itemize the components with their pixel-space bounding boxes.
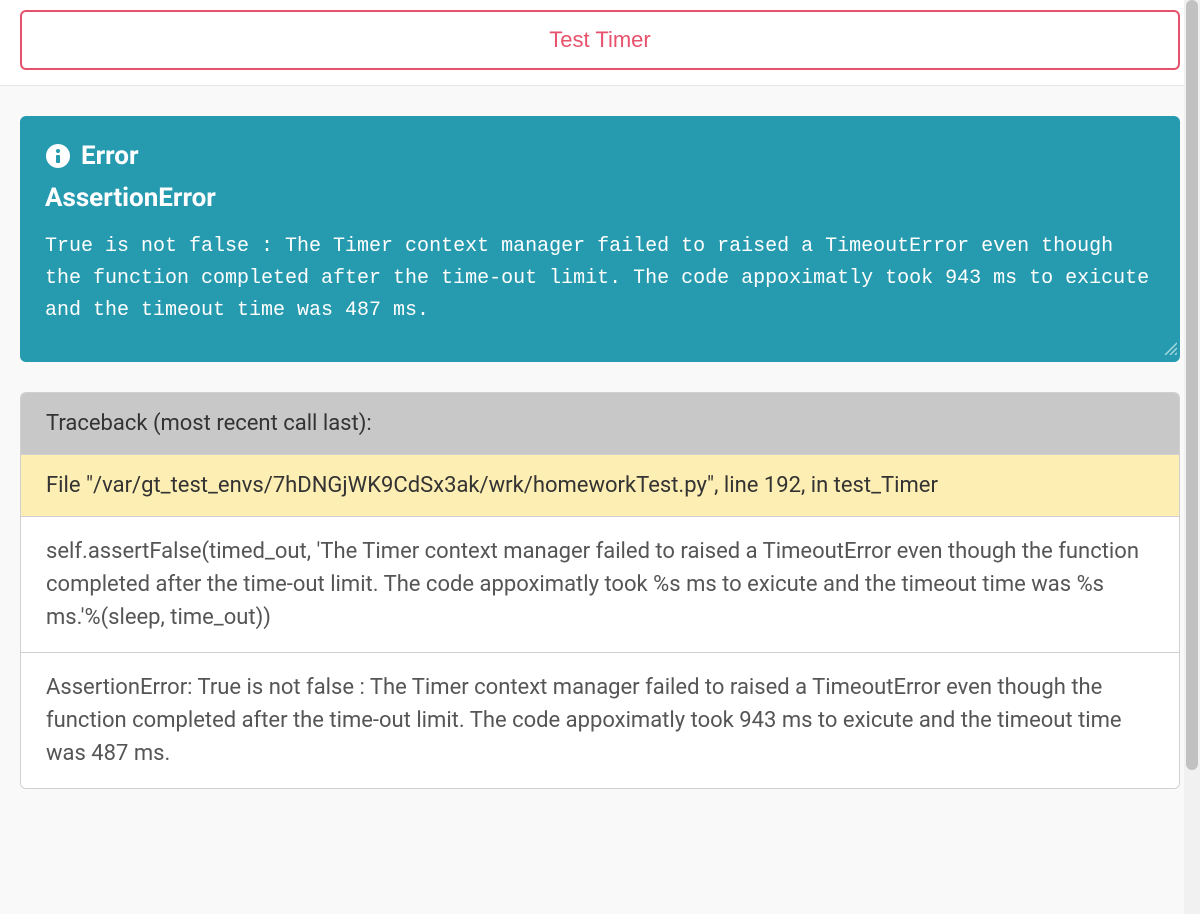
scrollbar-track[interactable] <box>1184 0 1200 914</box>
error-message: True is not false : The Timer context ma… <box>45 231 1155 327</box>
resize-handle-icon[interactable] <box>1163 340 1177 359</box>
error-panel: Error AssertionError True is not false :… <box>20 116 1180 362</box>
traceback-code-line: self.assertFalse(timed_out, 'The Timer c… <box>21 517 1179 653</box>
traceback-assertion-line: AssertionError: True is not false : The … <box>21 653 1179 788</box>
scrollbar-thumb[interactable] <box>1186 0 1198 770</box>
error-title: Error <box>81 141 138 171</box>
test-timer-button[interactable]: Test Timer <box>20 10 1180 70</box>
test-button-label: Test Timer <box>549 27 650 52</box>
traceback-file-line: File "/var/gt_test_envs/7hDNGjWK9CdSx3ak… <box>21 455 1179 517</box>
error-header: Error <box>45 141 1155 171</box>
content-section: Error AssertionError True is not false :… <box>0 86 1200 809</box>
header-section: Test Timer <box>0 0 1200 86</box>
traceback-panel: Traceback (most recent call last): File … <box>20 392 1180 789</box>
traceback-header: Traceback (most recent call last): <box>21 393 1179 455</box>
error-type: AssertionError <box>45 183 1155 213</box>
info-icon <box>45 143 71 169</box>
